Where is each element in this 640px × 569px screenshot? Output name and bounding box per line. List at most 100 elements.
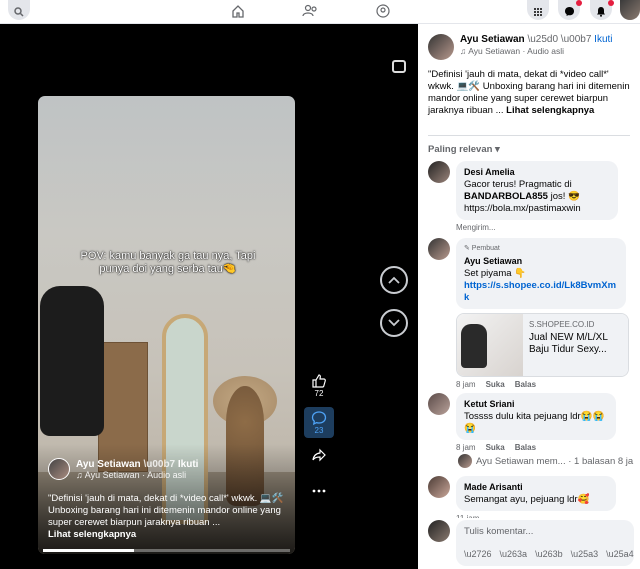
comment-text-bold: BANDARBOLA855	[464, 191, 548, 202]
like-button[interactable]: 72	[304, 370, 334, 401]
commenter-avatar[interactable]	[428, 393, 450, 415]
audio-label[interactable]: ♫ Ayu Setiawan · Audio asli	[460, 46, 613, 56]
link-preview-card[interactable]: S.SHOPEE.CO.ID Jual NEW M/L/XL Baju Tidu…	[456, 313, 629, 377]
sort-dropdown[interactable]: Paling relevan ▾	[428, 144, 500, 155]
reel-viewer: POV: kamu banyak ga tau nya, Tapi punya …	[0, 24, 418, 569]
share-button[interactable]	[304, 444, 334, 466]
follow-button[interactable]: Ikuti	[178, 459, 199, 470]
comment-text: Gacor terus! Pragmatic di	[464, 179, 572, 190]
previous-reel-button[interactable]	[380, 266, 408, 294]
commenter-name[interactable]: Made Arisanti	[464, 481, 608, 493]
like-count: 72	[314, 389, 324, 398]
messenger-icon[interactable]	[558, 0, 582, 20]
video-caption: "Definisi 'jauh di mata, dekat di *video…	[48, 493, 284, 541]
more-button[interactable]	[304, 486, 334, 496]
emoji-icon[interactable]: \u263b	[535, 549, 563, 559]
avatar-sticker-icon[interactable]: \u263a	[500, 549, 528, 559]
comment-item: Ketut Sriani Tossss dulu kita pejuang ld…	[428, 393, 616, 452]
comment-input[interactable]: Tulis komentar... \u2726 \u263a \u263b \…	[456, 520, 634, 566]
view-replies-link[interactable]: Ayu Setiawan mem... · 1 balasan 8 ja	[458, 454, 633, 468]
comment-item: Made Arisanti Semangat ayu, pejuang ldr🥰…	[428, 476, 616, 523]
video-author: Ayu Setiawan \u00b7 Ikuti ♫ Ayu Setiawan…	[48, 458, 198, 480]
audio-label[interactable]: ♫ Ayu Setiawan · Audio asli	[76, 470, 198, 480]
expand-icon[interactable]	[392, 60, 406, 73]
reply-button[interactable]: Balas	[515, 443, 536, 452]
comment-bubble: Made Arisanti Semangat ayu, pejuang ldr🥰	[456, 476, 616, 511]
comments-panel: Ayu Setiawan \u25d0 \u00b7 Ikuti ♫ Ayu S…	[418, 24, 640, 569]
notification-dot	[576, 0, 582, 6]
comment-time: 8 jam	[456, 380, 476, 389]
comment-meta: 8 jam Suka Balas	[456, 443, 616, 452]
comment-time: 8 jam	[456, 443, 476, 452]
comment-placeholder: Tulis komentar...	[464, 526, 534, 537]
divider	[428, 135, 630, 136]
bell-icon[interactable]	[590, 0, 614, 20]
sending-status: Mengirim...	[456, 223, 496, 232]
comment-bubble: ✎ Pembuat Ayu Setiawan Set piyama 👇 http…	[456, 238, 626, 309]
profile-avatar[interactable]	[620, 0, 640, 20]
menu-grid-icon[interactable]	[527, 0, 549, 20]
commenter-avatar[interactable]	[428, 161, 450, 183]
chevron-up-icon	[388, 276, 400, 284]
commenter-avatar[interactable]	[428, 238, 450, 260]
like-comment-button[interactable]: Suka	[486, 443, 505, 452]
groups-icon[interactable]	[373, 0, 393, 22]
more-icon	[312, 489, 326, 493]
comment-text-suffix: jos! 😎	[547, 191, 580, 202]
comment-text: Semangat ayu, pejuang ldr🥰	[464, 494, 590, 505]
reel-video[interactable]: POV: kamu banyak ga tau nya, Tapi punya …	[38, 96, 295, 554]
notification-dot	[608, 0, 614, 6]
follow-button[interactable]: Ikuti	[594, 34, 612, 45]
progress-fill	[43, 549, 135, 552]
comment-text: Tossss dulu kita pejuang ldr😭😭😭	[464, 411, 605, 434]
shopee-link[interactable]: https://s.shopee.co.id/Lk8BvmXmk	[464, 280, 618, 304]
top-navigation-bar	[0, 0, 640, 24]
composer-toolbar: \u2726 \u263a \u263b \u25a3 \u25a4 \u25d…	[464, 549, 634, 559]
see-more-link[interactable]: Lihat selengkapnya	[506, 105, 594, 116]
person-figure	[40, 286, 104, 436]
comment-button[interactable]: 23	[304, 407, 334, 438]
preview-image	[457, 314, 523, 376]
my-avatar	[428, 520, 450, 542]
reply-avatar	[458, 454, 472, 468]
home-icon[interactable]	[228, 0, 248, 22]
video-progress-bar[interactable]	[43, 549, 290, 552]
reply-button[interactable]: Balas	[515, 380, 536, 389]
caption-text: "Definisi 'jauh di mata, dekat di *video…	[48, 493, 284, 528]
author-name[interactable]: Ayu Setiawan	[76, 459, 141, 470]
video-overlay-text: POV: kamu banyak ga tau nya, Tapi punya …	[80, 250, 256, 275]
share-icon	[312, 448, 326, 462]
commenter-name[interactable]: Desi Amelia	[464, 166, 610, 178]
gif-icon[interactable]: \u25a4	[606, 549, 634, 559]
reply-summary[interactable]: Ayu Setiawan mem... · 1 balasan 8 ja	[476, 456, 633, 467]
preview-title: Jual NEW M/L/XL Baju Tidur Sexy...	[529, 332, 608, 355]
commenter-name[interactable]: Ayu Setiawan	[464, 255, 618, 267]
comment-count: 23	[314, 426, 324, 435]
comment-icon	[311, 411, 327, 426]
comment-item: ✎ Pembuat Ayu Setiawan Set piyama 👇 http…	[428, 238, 629, 389]
author-avatar[interactable]	[48, 458, 70, 480]
like-comment-button[interactable]: Suka	[486, 380, 505, 389]
reel-actions: 72 23	[304, 370, 334, 502]
comment-composer: Tulis komentar... \u2726 \u263a \u263b \…	[428, 518, 634, 566]
comment-text: Set piyama 👇	[464, 268, 526, 279]
camera-icon[interactable]: \u25a3	[571, 549, 599, 559]
sticker-icon[interactable]: \u2726	[464, 549, 492, 559]
comment-item: Desi Amelia Gacor terus! Pragmatic di BA…	[428, 161, 618, 232]
friends-icon[interactable]	[300, 0, 320, 22]
see-more-link[interactable]: Lihat selengkapnya	[48, 529, 136, 540]
comment-link[interactable]: https://bola.mx/pastimaxwin	[464, 203, 610, 215]
creator-badge: ✎ Pembuat	[464, 245, 500, 252]
commenter-avatar[interactable]	[428, 476, 450, 498]
comment-meta: 8 jam Suka Balas	[456, 380, 629, 389]
next-reel-button[interactable]	[380, 309, 408, 337]
comment-bubble: Desi Amelia Gacor terus! Pragmatic di BA…	[456, 161, 618, 220]
comment-bubble: Ketut Sriani Tossss dulu kita pejuang ld…	[456, 393, 616, 440]
search-icon[interactable]	[8, 0, 30, 20]
post-caption: "Definisi 'jauh di mata, dekat di *video…	[428, 69, 634, 117]
commenter-name[interactable]: Ketut Sriani	[464, 398, 608, 410]
chevron-down-icon	[388, 319, 400, 327]
author-name[interactable]: Ayu Setiawan	[460, 34, 525, 45]
author-avatar[interactable]	[428, 34, 454, 60]
comment-status: Mengirim...	[456, 223, 618, 232]
